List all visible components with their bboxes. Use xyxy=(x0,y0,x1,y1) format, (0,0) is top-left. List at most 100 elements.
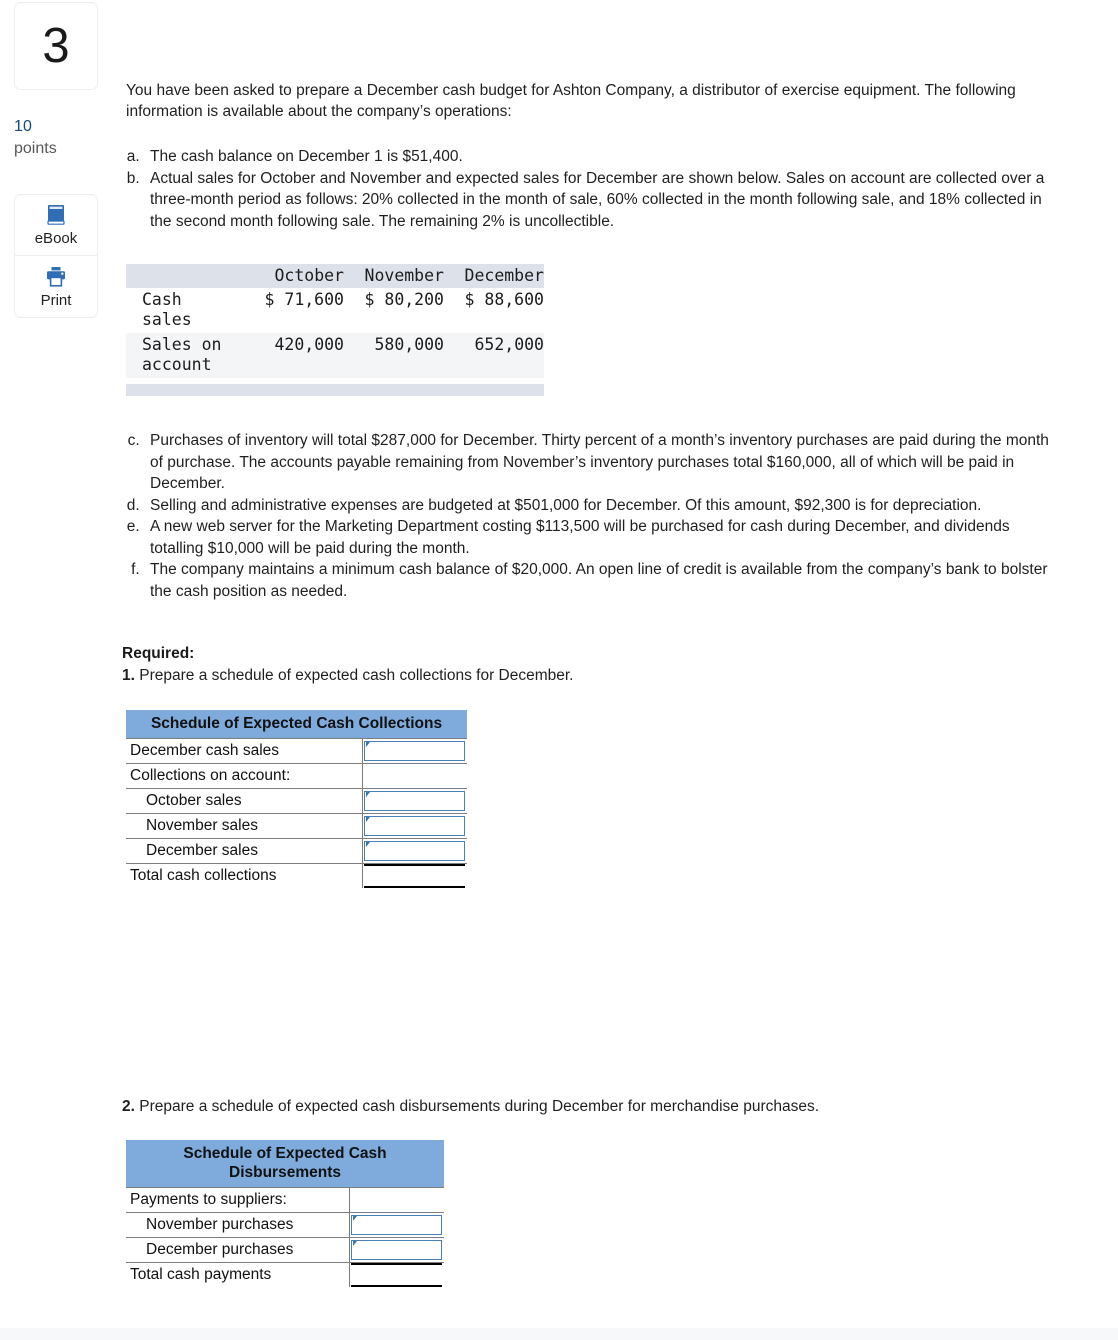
sales-cash-november: $ 80,200 xyxy=(364,290,444,309)
sales-table-footer-bar xyxy=(126,384,544,396)
cell-december-purchases[interactable] xyxy=(350,1238,444,1263)
cell-marker-icon xyxy=(353,1215,357,1221)
cell-december-sales[interactable] xyxy=(363,839,467,864)
cell-marker-icon xyxy=(353,1240,357,1246)
table-row: December cash sales xyxy=(126,739,467,764)
schedule-collections-title: Schedule of Expected Cash Collections xyxy=(126,710,467,739)
requirement-1-text: Prepare a schedule of expected cash coll… xyxy=(134,667,574,684)
input-december-cash-sales[interactable] xyxy=(364,740,465,761)
requirement-1-number: 1. xyxy=(122,667,135,684)
sales-account-november: 580,000 xyxy=(374,335,444,354)
table-row: December sales xyxy=(126,839,467,864)
row-label-october-sales: October sales xyxy=(126,789,363,814)
schedule-disbursements-title: Schedule of Expected Cash Disbursements xyxy=(126,1140,444,1188)
table-row: Collections on account: xyxy=(126,764,467,789)
input-october-sales[interactable] xyxy=(364,790,465,811)
fact-item-b: Actual sales for October and November an… xyxy=(144,168,1058,233)
print-button-label: Print xyxy=(40,291,72,309)
cell-total-cash-collections xyxy=(363,864,467,888)
table-row: October sales xyxy=(126,789,467,814)
ebook-button[interactable]: eBook xyxy=(14,194,98,256)
schedule-collections-table: Schedule of Expected Cash Collections De… xyxy=(126,710,467,888)
table-row: Total cash collections xyxy=(126,864,467,888)
cell-marker-icon xyxy=(366,741,370,747)
table-row: December purchases xyxy=(126,1238,444,1263)
cell-october-sales[interactable] xyxy=(363,789,467,814)
facts-list-first: The cash balance on December 1 is $51,40… xyxy=(118,146,1058,232)
input-november-purchases[interactable] xyxy=(351,1214,442,1235)
requirement-2-number: 2. xyxy=(122,1098,135,1115)
cell-december-cash-sales[interactable] xyxy=(363,739,467,764)
sales-table-col-october: October xyxy=(274,266,344,285)
input-december-sales[interactable] xyxy=(364,840,465,861)
sales-row-label-sales-on-account: Sales on account xyxy=(142,335,222,374)
row-label-december-cash-sales: December cash sales xyxy=(126,739,363,764)
schedule-disbursements-table: Schedule of Expected Cash Disbursements … xyxy=(126,1140,444,1287)
ebook-button-label: eBook xyxy=(34,230,78,247)
input-november-sales[interactable] xyxy=(364,815,465,836)
schedule-disbursements-head: Schedule of Expected Cash Disbursements xyxy=(126,1140,444,1188)
sales-account-december: 652,000 xyxy=(474,335,544,354)
facts-list-second: Purchases of inventory will total $287,0… xyxy=(118,430,1063,602)
table-row: Sales on account 420,000 580,000 652,000 xyxy=(126,333,544,378)
sales-table-corner-cell xyxy=(126,264,244,288)
table-row: Cash sales $ 71,600 $ 80,200 $ 88,600 xyxy=(126,288,544,333)
schedule-disbursements-body: Payments to suppliers: November purchase… xyxy=(126,1188,444,1287)
schedule-disbursements-title-row: Schedule of Expected Cash Disbursements xyxy=(126,1140,444,1188)
question-left-rail: 3 10 points eBook Print xyxy=(0,0,112,1340)
row-label-december-purchases: December purchases xyxy=(126,1238,350,1263)
row-label-november-purchases: November purchases xyxy=(126,1213,350,1238)
row-label-total-cash-collections: Total cash collections xyxy=(126,864,363,888)
sales-table-col-december: December xyxy=(464,266,544,285)
cell-payments-to-suppliers xyxy=(350,1188,444,1213)
schedule-collections-head: Schedule of Expected Cash Collections xyxy=(126,710,467,739)
page-bottom-strip xyxy=(0,1328,1118,1340)
table-row: Payments to suppliers: xyxy=(126,1188,444,1213)
table-row: November purchases xyxy=(126,1213,444,1238)
requirement-2: 2. Prepare a schedule of expected cash d… xyxy=(122,1096,1002,1117)
cell-collections-on-account xyxy=(363,764,467,789)
input-december-purchases[interactable] xyxy=(351,1239,442,1260)
question-number-box: 3 xyxy=(14,2,98,90)
question-number: 3 xyxy=(42,19,70,73)
output-total-cash-collections xyxy=(364,864,465,888)
table-row: November sales xyxy=(126,814,467,839)
sales-cash-october: $ 71,600 xyxy=(264,290,344,309)
cell-november-purchases[interactable] xyxy=(350,1213,444,1238)
question-intro-text: You have been asked to prepare a Decembe… xyxy=(126,81,1016,120)
print-button[interactable]: Print xyxy=(14,256,98,318)
points-value: 10 xyxy=(14,118,32,135)
sales-table-head: October November December xyxy=(126,264,544,288)
fact-item-c: Purchases of inventory will total $287,0… xyxy=(144,430,1063,495)
sales-table-foot xyxy=(126,378,544,396)
sales-cash-december: $ 88,600 xyxy=(464,290,544,309)
cell-marker-icon xyxy=(366,841,370,847)
row-label-december-sales: December sales xyxy=(126,839,363,864)
input-collections-on-account xyxy=(364,765,465,786)
cell-marker-icon xyxy=(366,791,370,797)
row-label-november-sales: November sales xyxy=(126,814,363,839)
sales-table-col-november: November xyxy=(364,266,444,285)
table-row: Total cash payments xyxy=(126,1263,444,1287)
sales-figures-table: October November December Cash sales $ 7… xyxy=(126,264,544,396)
row-label-collections-on-account: Collections on account: xyxy=(126,764,363,789)
points-label: points xyxy=(14,140,57,157)
sales-table-header-row: October November December xyxy=(126,264,544,288)
cell-total-cash-payments xyxy=(350,1263,444,1287)
output-total-cash-payments xyxy=(351,1263,442,1287)
fact-item-f: The company maintains a minimum cash bal… xyxy=(144,559,1063,602)
sales-row-label-cash-sales: Cash sales xyxy=(142,290,192,329)
required-heading: Required: xyxy=(122,645,195,662)
schedule-collections-title-row: Schedule of Expected Cash Collections xyxy=(126,710,467,739)
requirement-1: 1. Prepare a schedule of expected cash c… xyxy=(122,665,982,686)
cell-marker-icon xyxy=(366,816,370,822)
input-payments-to-suppliers xyxy=(351,1189,442,1210)
printer-icon xyxy=(43,266,69,288)
sales-account-october: 420,000 xyxy=(274,335,344,354)
fact-item-d: Selling and administrative expenses are … xyxy=(144,495,1063,517)
row-label-payments-to-suppliers: Payments to suppliers: xyxy=(126,1188,350,1213)
fact-item-e: A new web server for the Marketing Depar… xyxy=(144,516,1063,559)
cell-november-sales[interactable] xyxy=(363,814,467,839)
row-label-total-cash-payments: Total cash payments xyxy=(126,1263,350,1287)
schedule-collections-body: December cash sales Collections on accou… xyxy=(126,739,467,888)
